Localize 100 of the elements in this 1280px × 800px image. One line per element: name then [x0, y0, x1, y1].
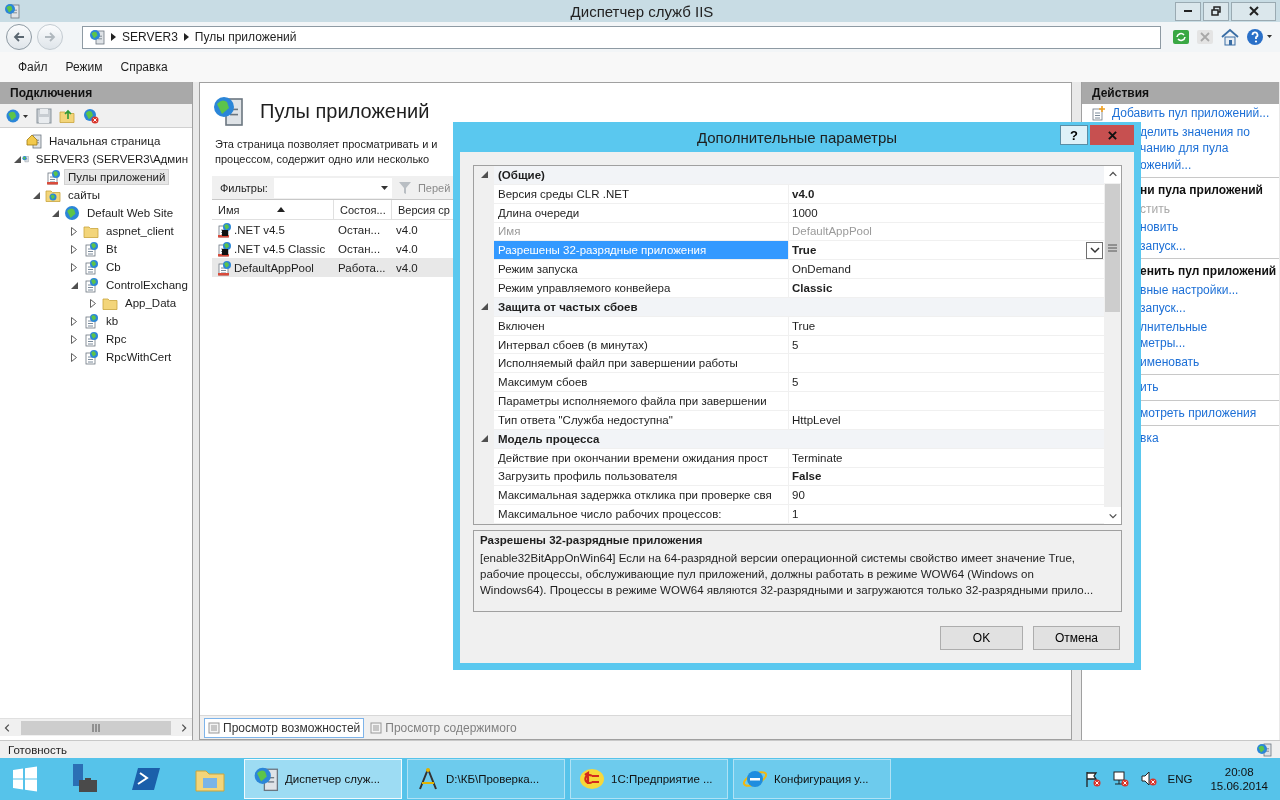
expanded-arrow-icon[interactable]	[52, 209, 59, 217]
property-value[interactable]: 1000	[792, 206, 818, 219]
collapsed-arrow-icon[interactable]	[71, 352, 77, 362]
close-button[interactable]	[1090, 125, 1134, 145]
collapsed-arrow-icon[interactable]	[71, 334, 77, 344]
back-button[interactable]	[6, 24, 32, 50]
speaker-muted-icon[interactable]	[1139, 770, 1158, 788]
description-title: Разрешены 32-разрядные приложения	[480, 534, 704, 546]
disconnect-globe-icon[interactable]	[82, 107, 100, 124]
web-app-icon	[83, 349, 99, 365]
property-value[interactable]: Terminate	[792, 451, 843, 464]
connect-globe-icon[interactable]	[6, 107, 30, 124]
property-value[interactable]: OnDemand	[792, 263, 851, 276]
table-cell: .NET v4.5 Classic	[234, 242, 326, 255]
expanded-arrow-icon[interactable]	[33, 191, 40, 199]
property-value[interactable]: 5	[792, 338, 799, 351]
clock-time[interactable]: 20:08	[1224, 766, 1254, 778]
refresh-icon[interactable]	[1172, 28, 1190, 46]
actions-heading: енить пул приложений	[1139, 263, 1277, 280]
scrollbar-thumb[interactable]	[1105, 184, 1120, 312]
page-icon	[208, 721, 220, 734]
tree-item[interactable]: Cb	[102, 259, 125, 275]
expanded-arrow-icon[interactable]	[71, 281, 78, 289]
property-value[interactable]: HttpLevel	[792, 413, 841, 426]
clock-date[interactable]: 15.06.2014	[1210, 780, 1268, 792]
property-value[interactable]: False	[792, 470, 822, 483]
view-tab[interactable]: Просмотр содержимого	[366, 717, 521, 738]
expanded-arrow-icon[interactable]	[480, 303, 488, 311]
scroll-up-button[interactable]	[1104, 166, 1121, 183]
close-button[interactable]	[1231, 1, 1276, 21]
help-icon[interactable]	[1246, 28, 1274, 46]
breadcrumb-item[interactable]: Пулы приложений	[194, 30, 297, 44]
tree-item[interactable]: RpcWithCert	[102, 349, 176, 365]
minimize-button[interactable]	[1175, 1, 1201, 21]
view-tab[interactable]: Просмотр возможностей	[204, 717, 365, 738]
page-icon	[370, 721, 383, 734]
add-pool-icon	[1090, 105, 1106, 121]
taskbar-button[interactable]: D:\КБ\Проверка...	[407, 759, 565, 799]
breadcrumb-item[interactable]: SERVER3	[122, 30, 178, 44]
column-header[interactable]: Имя	[212, 200, 334, 219]
table-cell: DefaultAppPool	[234, 261, 314, 274]
arrow-right-icon	[43, 30, 57, 44]
property-value[interactable]: True	[792, 244, 817, 257]
tree-item[interactable]: Пулы приложений	[64, 169, 170, 185]
tree-item[interactable]: Default Web Site	[83, 205, 178, 221]
network-globe-icon	[1256, 742, 1272, 757]
language-indicator[interactable]: ENG	[1167, 773, 1193, 785]
collapsed-arrow-icon[interactable]	[71, 262, 77, 272]
restore-button[interactable]	[1203, 1, 1229, 21]
property-value[interactable]: 90	[792, 489, 805, 502]
tree-item[interactable]: ControlExchang	[102, 277, 192, 293]
property-value[interactable]: 5	[792, 376, 799, 389]
web-app-icon	[83, 259, 99, 275]
collapsed-arrow-icon[interactable]	[90, 298, 96, 308]
expanded-arrow-icon[interactable]	[14, 155, 21, 163]
dropdown-button[interactable]	[1086, 241, 1103, 259]
tree-item[interactable]: Bt	[102, 241, 121, 257]
cancel-button[interactable]: Отмена	[1033, 626, 1120, 650]
horizontal-scrollbar[interactable]	[0, 718, 192, 736]
home-icon[interactable]	[1220, 28, 1240, 46]
flag-warning-icon[interactable]	[1083, 770, 1102, 788]
collapsed-arrow-icon[interactable]	[71, 226, 77, 236]
tree-item[interactable]: Rpc	[102, 331, 131, 347]
description-text: [enable32BitAppOnWin64] Если на 64-разрядной версии операционной системы свойство имеет значение True, рабочие процессы, обслуживающие пул приложений, должны работать в режиме WOW64 (Windows on Windows64). Процессы в режиме WOW64 являются 32-разрядными и загружаются только 32-разрядными прило...	[480, 551, 1095, 598]
folder-up-icon[interactable]	[58, 107, 76, 124]
restore-icon	[1211, 6, 1221, 16]
taskbar-button[interactable]: Конфигурация у...	[733, 759, 891, 799]
action-link[interactable]: Добавить пул приложений...	[1112, 105, 1270, 122]
address-field[interactable]: SERVER3 Пулы приложений	[82, 25, 1161, 49]
collapsed-arrow-icon[interactable]	[71, 244, 77, 254]
tree-item[interactable]: Начальная страница	[45, 133, 165, 149]
collapsed-arrow-icon[interactable]	[71, 316, 77, 326]
filter-field[interactable]	[273, 177, 392, 198]
ok-button[interactable]: OK	[940, 626, 1023, 650]
tree-item[interactable]: сайты	[64, 187, 105, 203]
menu-item[interactable]: Файл	[9, 60, 57, 74]
app-pool-icon	[216, 259, 232, 276]
tree-item[interactable]: SERVER3 (SERVER3\Админ	[31, 151, 192, 167]
menu-item[interactable]: Справка	[111, 60, 177, 74]
tree-item[interactable]: App_Data	[121, 295, 181, 311]
property-value[interactable]: v4.0	[792, 187, 815, 200]
help-button[interactable]: ?	[1060, 125, 1088, 145]
scrollbar-thumb[interactable]	[21, 720, 171, 735]
menu-item[interactable]: Режим	[56, 60, 112, 74]
page-title: Пулы приложений	[260, 99, 430, 123]
expanded-arrow-icon[interactable]	[480, 171, 488, 179]
server-globe-icon	[253, 766, 279, 792]
property-value[interactable]: Classic	[792, 282, 833, 294]
tree-item[interactable]: kb	[102, 313, 123, 329]
network-warning-icon[interactable]	[1111, 770, 1130, 788]
property-value[interactable]: 1	[792, 508, 799, 521]
property-value[interactable]: True	[792, 319, 816, 332]
home-server-icon	[26, 133, 42, 149]
taskbar-button[interactable]: 1С:Предприятие ...	[570, 759, 728, 799]
window-title: Диспетчер служб IIS	[570, 2, 714, 20]
expanded-arrow-icon[interactable]	[480, 435, 488, 443]
tree-item[interactable]: aspnet_client	[102, 223, 178, 239]
taskbar-button[interactable]: Диспетчер служ...	[244, 759, 402, 799]
scroll-down-button[interactable]	[1104, 507, 1121, 524]
column-header[interactable]: Состоя...	[334, 200, 392, 219]
